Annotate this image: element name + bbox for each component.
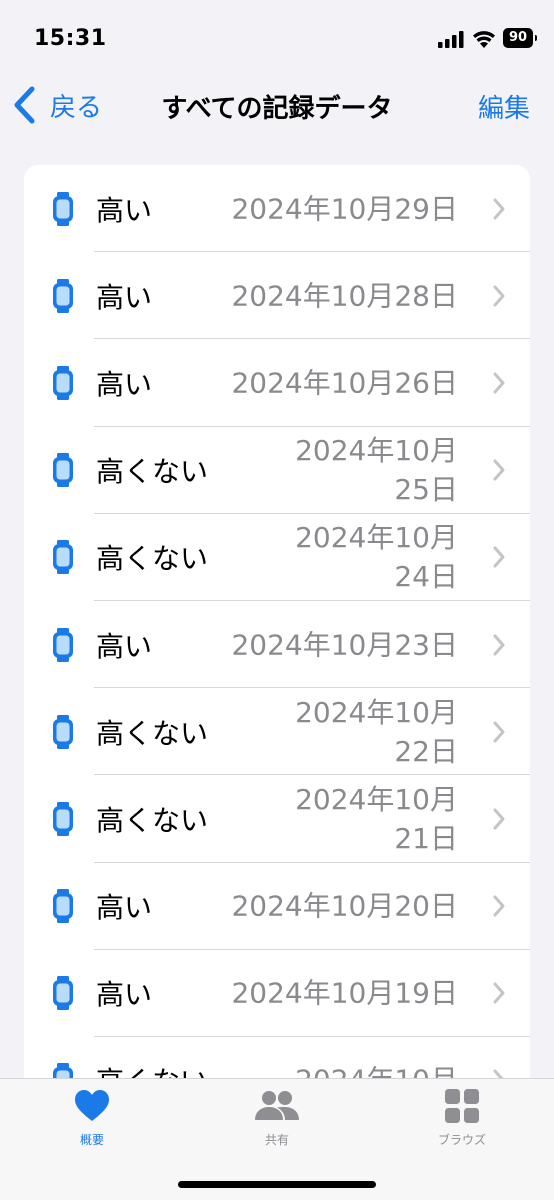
row-status: 高い [96, 978, 153, 1012]
watch-icon [53, 976, 73, 1011]
list-item[interactable]: 高くない 2024年10月 25日 [24, 427, 530, 514]
chevron-right-icon [493, 459, 505, 481]
grid-icon [445, 1089, 479, 1123]
row-date: 2024年10月 24日 [295, 518, 458, 596]
row-date-line1: 2024年10月28日 [231, 279, 458, 313]
watch-icon [53, 714, 73, 749]
wifi-icon [473, 31, 495, 48]
nav-bar: 戻る すべての記録データ 編集 [0, 80, 554, 130]
home-indicator [178, 1181, 376, 1188]
tab-summary[interactable]: 概要 [32, 1089, 152, 1148]
people-icon [255, 1091, 299, 1120]
row-date-line2: 21日 [394, 821, 458, 855]
list-item[interactable]: 高い 2024年10月23日 [24, 601, 530, 689]
list-item[interactable]: 高い 2024年10月19日 [24, 950, 530, 1037]
signal-icon [438, 31, 464, 48]
row-date: 2024年10月 21日 [295, 780, 458, 858]
row-date: 2024年10月 22日 [295, 693, 458, 771]
watch-icon [53, 540, 73, 575]
row-date: 2024年10月28日 [231, 276, 458, 315]
list-item[interactable]: 高くない 2024年10月 22日 [24, 688, 530, 776]
watch-icon [53, 453, 73, 488]
chevron-right-icon [493, 895, 505, 917]
tab-browse[interactable]: ブラウズ [402, 1089, 522, 1148]
chevron-right-icon [493, 285, 505, 307]
watch-icon [53, 801, 73, 836]
screen: 15:31 90 戻る すべての記録データ 編集 高い 2024年10月29日 … [0, 0, 554, 1200]
list-item[interactable]: 高い 2024年10月29日 [24, 165, 530, 253]
status-time: 15:31 [34, 26, 107, 51]
watch-icon [53, 278, 73, 313]
list-item[interactable]: 高くない 2024年10月 24日 [24, 514, 530, 601]
list-item[interactable]: 高くない 2024年10月 21日 [24, 775, 530, 863]
row-date-line2: 22日 [394, 734, 458, 768]
row-status: 高い [96, 193, 153, 227]
list-item[interactable]: 高い 2024年10月28日 [24, 252, 530, 340]
chevron-right-icon [493, 372, 505, 394]
row-status: 高くない [96, 455, 209, 489]
tab-sharing-label: 共有 [264, 1133, 289, 1147]
edit-button[interactable]: 編集 [478, 88, 530, 125]
row-date: 2024年10月19日 [231, 974, 458, 1013]
chevron-right-icon [493, 198, 505, 220]
heart-icon [75, 1090, 109, 1121]
status-bar: 15:31 90 [0, 0, 554, 80]
row-date-line1: 2024年10月 [295, 782, 458, 816]
battery-level: 90 [508, 30, 528, 45]
row-date: 2024年10月20日 [231, 887, 458, 926]
row-date-line1: 2024年10月19日 [231, 976, 458, 1010]
chevron-right-icon [493, 634, 505, 656]
row-status: 高い [96, 891, 153, 925]
row-status: 高い [96, 629, 153, 663]
row-date: 2024年10月 25日 [295, 431, 458, 509]
row-date-line1: 2024年10月20日 [231, 889, 458, 923]
row-date-line2: 25日 [394, 473, 458, 507]
battery-icon: 90 [503, 28, 537, 48]
row-status: 高くない [96, 716, 209, 750]
watch-icon [53, 191, 73, 226]
row-date-line1: 2024年10月 [295, 521, 458, 555]
row-date-line1: 2024年10月 [295, 434, 458, 468]
row-date-line1: 2024年10月26日 [231, 366, 458, 400]
tab-summary-label: 概要 [79, 1133, 104, 1147]
row-date-line2: 24日 [394, 560, 458, 594]
row-date-line1: 2024年10月23日 [231, 628, 458, 662]
list-item[interactable]: 高い 2024年10月26日 [24, 339, 530, 427]
records-list: 高い 2024年10月29日 高い 2024年10月28日 高い 2024年10… [24, 165, 530, 1105]
row-status: 高くない [96, 803, 209, 837]
row-status: 高い [96, 280, 153, 314]
row-date: 2024年10月23日 [231, 625, 458, 664]
chevron-right-icon [493, 546, 505, 568]
list-item[interactable]: 高い 2024年10月20日 [24, 863, 530, 950]
chevron-right-icon [493, 982, 505, 1004]
watch-icon [53, 889, 73, 924]
row-date-line1: 2024年10月29日 [231, 192, 458, 226]
chevron-right-icon [493, 808, 505, 830]
row-date-line1: 2024年10月 [295, 695, 458, 729]
watch-icon [53, 627, 73, 662]
row-status: 高くない [96, 542, 209, 576]
chevron-right-icon [493, 721, 505, 743]
row-status: 高い [96, 367, 153, 401]
tab-browse-label: ブラウズ [437, 1133, 486, 1147]
tab-sharing[interactable]: 共有 [217, 1089, 337, 1148]
row-date: 2024年10月29日 [231, 189, 458, 228]
row-date: 2024年10月26日 [231, 363, 458, 402]
page-title: すべての記録データ [161, 94, 393, 124]
watch-icon [53, 365, 73, 400]
